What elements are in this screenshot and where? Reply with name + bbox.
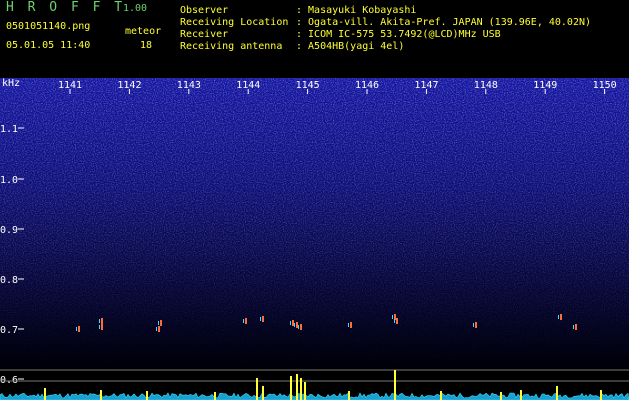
meteor-label: meteor (125, 26, 162, 37)
meteor-echo-fringe (294, 323, 295, 327)
meteor-echo (101, 318, 103, 324)
meteor-echo-fringe (348, 323, 349, 327)
x-tick-label: 1146 (355, 80, 379, 91)
meteor-echo-fringe (573, 325, 574, 329)
x-tick-label: 1141 (58, 80, 82, 91)
spectrum-peak (304, 382, 306, 400)
app-name: H R O F F T (6, 0, 126, 15)
x-tick-label: 1143 (177, 80, 201, 91)
y-tick-label: 0.9 (0, 225, 18, 236)
datetime-label: 05.01.05 11:40 (6, 40, 91, 51)
meteor-echo-fringe (76, 327, 77, 331)
filename-label: 0501051140.png (6, 21, 91, 32)
meteor-echo-fringe (394, 319, 395, 323)
meteor-echo (245, 318, 247, 324)
location-label: Receiving Location (180, 17, 289, 28)
x-tick-label: 1145 (296, 80, 320, 91)
meteor-echo (292, 320, 294, 326)
meteor-echo-fringe (558, 315, 559, 319)
spectrum-peak (100, 390, 102, 400)
y-tick-label: 0.8 (0, 275, 18, 286)
meteor-echo (160, 320, 162, 326)
location-value: : Ogata-vill. Akita-Pref. JAPAN (139.96E… (296, 17, 592, 28)
meteor-echo-fringe (473, 323, 474, 327)
spectrum-peak (256, 378, 258, 400)
spectrum-peak (214, 392, 216, 400)
spectrum-peak (440, 391, 442, 400)
meteor-echo-fringe (99, 319, 100, 323)
spectrum-peak (556, 386, 558, 400)
header-panel: H R O F F T 1.00 0501051140.png meteor 0… (0, 0, 629, 78)
antenna-label: Receiving antenna (180, 41, 283, 52)
meteor-echo (396, 318, 398, 324)
meteor-echo (560, 314, 562, 320)
spectrum-peak (262, 386, 264, 400)
spectrum-peak (290, 376, 292, 400)
meteor-echo-fringe (243, 319, 244, 323)
y-tick-label: 0.7 (0, 325, 18, 336)
meteor-echo (575, 324, 577, 330)
meteor-echo-fringe (158, 321, 159, 325)
meteor-echo (296, 322, 298, 328)
meteor-count: 18 (140, 40, 153, 51)
y-tick-label: 1.0 (0, 175, 18, 186)
spectrum-peak (500, 392, 502, 400)
meteor-echo (101, 324, 103, 330)
meteor-echo-fringe (156, 327, 157, 331)
app-version: 1.00 (123, 3, 148, 14)
meteor-echo (158, 326, 160, 332)
y-tick-label: 1.1 (0, 124, 18, 135)
x-tick-label: 1150 (593, 80, 617, 91)
spectrum-peak (296, 374, 298, 400)
spectrum-peak (394, 370, 396, 400)
spectrogram-plot: 1141 1142 1143 1144 1145 1146 1147 1148 1149 1150… (0, 78, 629, 400)
spectrum-peak (348, 391, 350, 400)
meteor-echo (300, 324, 302, 330)
meteor-echo-fringe (392, 315, 393, 319)
x-tick-label: 1147 (414, 80, 438, 91)
spectrum-peak (520, 390, 522, 400)
antenna-value: : A504HB(yagi 4el) (296, 41, 405, 52)
spectrum-peak (146, 391, 148, 400)
spectrum-peak (600, 390, 602, 400)
spectrum-peak (300, 378, 302, 400)
spectrum-peak (44, 388, 46, 400)
x-tick-label: 1142 (117, 80, 141, 91)
meteor-echo-fringe (298, 325, 299, 329)
meteor-echo (262, 316, 264, 322)
meteor-echo (475, 322, 477, 328)
noise-speckle (0, 78, 629, 368)
receiver-label: Receiver (180, 29, 229, 40)
meteor-echo (78, 326, 80, 332)
meteor-echo-fringe (99, 325, 100, 329)
observer-value: : Masayuki Kobayashi (296, 5, 417, 16)
observer-label: Observer (180, 5, 229, 16)
meteor-echo (350, 322, 352, 328)
receiver-value: : ICOM IC-575 53.7492(@LCD)MHz USB (296, 29, 501, 40)
y-axis-unit: kHz (2, 78, 20, 89)
x-tick-label: 1144 (236, 80, 260, 91)
meteor-echo-fringe (290, 321, 291, 325)
x-tick-label: 1149 (533, 80, 557, 91)
meteor-echo-fringe (260, 317, 261, 321)
x-tick-label: 1148 (474, 80, 498, 91)
